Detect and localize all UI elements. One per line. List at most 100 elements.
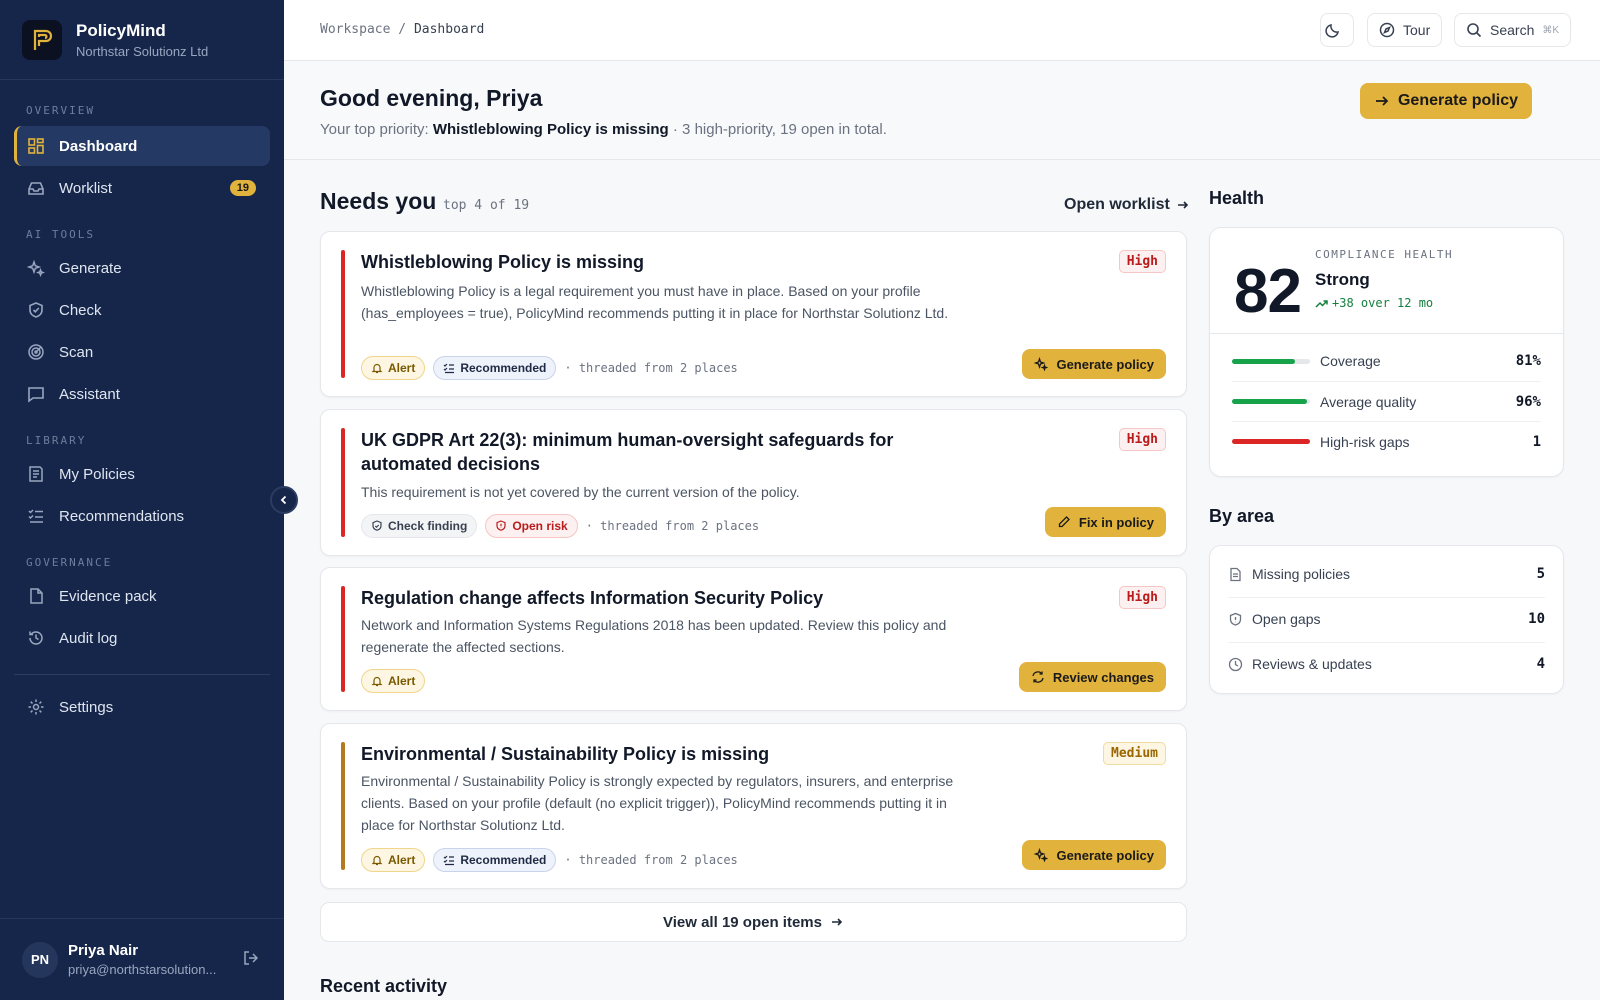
theme-toggle-button[interactable]: [1320, 13, 1354, 47]
checklist-icon: [27, 507, 45, 525]
check-finding-tag: Check finding: [361, 514, 478, 538]
sidebar-item-worklist[interactable]: Worklist 19: [14, 168, 270, 208]
checklist-icon: [443, 362, 460, 374]
priority-bar: [341, 428, 345, 537]
brand[interactable]: PolicyMind Northstar Solutionz Ltd: [0, 0, 284, 80]
recommended-tag: Recommended: [433, 848, 557, 872]
sidebar-item-evidence-pack[interactable]: Evidence pack: [14, 576, 270, 616]
sidebar-divider: [14, 674, 270, 675]
area-row-reviews-updates[interactable]: Reviews & updates 4: [1228, 642, 1545, 686]
health-score: 82: [1234, 257, 1302, 326]
review-changes-button[interactable]: Review changes: [1018, 662, 1166, 692]
shield-alert-icon: [495, 520, 512, 532]
area-label: Open gaps: [1252, 611, 1321, 627]
user-profile[interactable]: PN Priya Nair priya@northstarsolution...: [0, 918, 284, 1000]
sidebar: PolicyMind Northstar Solutionz Ltd OVERV…: [0, 0, 284, 1000]
metric-value: 96%: [1515, 393, 1541, 410]
breadcrumb: Workspace / Dashboard: [320, 22, 484, 37]
sidebar-item-dashboard[interactable]: Dashboard: [14, 126, 270, 166]
open-worklist-link[interactable]: Open worklist: [1064, 196, 1190, 214]
task-card[interactable]: Environmental / Sustainability Policy is…: [320, 723, 1187, 889]
health-status: Strong: [1315, 270, 1370, 289]
threaded-note: · threaded from 2 places: [564, 853, 738, 867]
area-value: 10: [1528, 611, 1545, 627]
metric-label: Average quality: [1320, 393, 1417, 410]
sidebar-item-label: Audit log: [59, 629, 118, 647]
threaded-note: · threaded from 2 places: [564, 361, 738, 375]
sparkles-icon: [27, 259, 45, 277]
task-title: Regulation change affects Information Se…: [361, 588, 824, 608]
task-title: Environmental / Sustainability Policy is…: [361, 744, 770, 764]
sidebar-item-settings[interactable]: Settings: [14, 687, 270, 727]
trending-up-icon: [1315, 297, 1332, 310]
section-library: LIBRARY: [26, 434, 87, 447]
tag-label: Alert: [388, 361, 416, 375]
task-tags: Alert Recommended · threaded from 2 plac…: [361, 356, 738, 380]
logout-icon[interactable]: [242, 949, 260, 967]
metric-bar-fill: [1232, 439, 1310, 444]
view-all-button[interactable]: View all 19 open items: [320, 902, 1187, 942]
search-icon: [1466, 22, 1490, 38]
metric-row: Average quality 96%: [1232, 381, 1541, 421]
search-shortcut: ⌘K: [1542, 24, 1560, 36]
task-card[interactable]: Regulation change affects Information Se…: [320, 567, 1187, 711]
task-title: UK GDPR Art 22(3): minimum human-oversig…: [361, 430, 894, 474]
priority-bar: [341, 250, 345, 378]
sidebar-item-recommendations[interactable]: Recommendations: [14, 496, 270, 536]
priority-summary: · 3 high-priority, 19 open in total.: [672, 121, 887, 138]
sidebar-item-audit-log[interactable]: Audit log: [14, 618, 270, 658]
generate-policy-button[interactable]: Generate policy: [1022, 349, 1166, 379]
task-description: Environmental / Sustainability Policy is…: [361, 773, 954, 833]
pencil-icon: [1057, 515, 1079, 529]
priority-item[interactable]: Whistleblowing Policy is missing: [433, 121, 669, 138]
area-row-open-gaps[interactable]: Open gaps 10: [1228, 597, 1545, 641]
fix-in-policy-button[interactable]: Fix in policy: [1044, 507, 1166, 537]
generate-policy-button[interactable]: Generate policy: [1360, 83, 1532, 119]
priority-badge: High: [1118, 250, 1166, 273]
needs-you-title: Needs you: [320, 188, 437, 214]
bell-icon: [371, 362, 388, 374]
breadcrumb-separator: /: [398, 22, 407, 37]
open-worklist-label: Open worklist: [1064, 196, 1170, 213]
task-card[interactable]: UK GDPR Art 22(3): minimum human-oversig…: [320, 409, 1187, 556]
recent-activity-title: Recent activity: [320, 976, 448, 996]
sparkles-icon: [1034, 357, 1056, 371]
tour-button[interactable]: Tour: [1367, 13, 1443, 47]
sidebar-item-label: Worklist: [59, 179, 113, 197]
task-title: Whistleblowing Policy is missing: [361, 252, 645, 272]
greeting-banner: Good evening, Priya Your top priority: W…: [284, 61, 1600, 160]
moon-icon: [1325, 22, 1349, 38]
sidebar-item-assistant[interactable]: Assistant: [14, 374, 270, 414]
user-name: Priya Nair: [68, 942, 139, 959]
search-button[interactable]: Search ⌘K: [1454, 13, 1572, 47]
tag-label: Alert: [388, 674, 416, 688]
health-title: Health: [1209, 188, 1265, 208]
priority-prefix: Your top priority:: [320, 121, 429, 138]
compass-icon: [1379, 22, 1403, 38]
section-governance: GOVERNANCE: [26, 556, 113, 569]
sidebar-item-my-policies[interactable]: My Policies: [14, 454, 270, 494]
metric-bar: [1232, 439, 1310, 444]
tag-label: Alert: [388, 853, 416, 867]
sidebar-item-generate[interactable]: Generate: [14, 248, 270, 288]
task-card[interactable]: Whistleblowing Policy is missing High Wh…: [320, 231, 1187, 397]
metric-bar-fill: [1232, 399, 1307, 404]
alert-tag: Alert: [361, 848, 426, 872]
generate-policy-button[interactable]: Generate policy: [1022, 840, 1166, 870]
task-description: Network and Information Systems Regulati…: [361, 617, 947, 655]
top-priority-text: Your top priority: Whistleblowing Policy…: [320, 121, 887, 138]
greeting-title: Good evening, Priya: [320, 85, 543, 111]
alert-tag: Alert: [361, 356, 426, 380]
sidebar-item-scan[interactable]: Scan: [14, 332, 270, 372]
priority-bar: [341, 586, 345, 692]
top-bar: Workspace / Dashboard Tour Search ⌘K: [284, 0, 1600, 61]
document-list-icon: [27, 465, 45, 483]
sidebar-item-label: Evidence pack: [59, 587, 157, 605]
sidebar-item-label: Check: [59, 301, 102, 319]
sidebar-item-check[interactable]: Check: [14, 290, 270, 330]
collapse-sidebar-button[interactable]: [270, 486, 298, 514]
action-label: Generate policy: [1056, 847, 1154, 863]
task-tags: Alert Recommended · threaded from 2 plac…: [361, 848, 738, 872]
breadcrumb-root[interactable]: Workspace: [320, 22, 390, 37]
area-row-missing-policies[interactable]: Missing policies 5: [1228, 552, 1545, 596]
